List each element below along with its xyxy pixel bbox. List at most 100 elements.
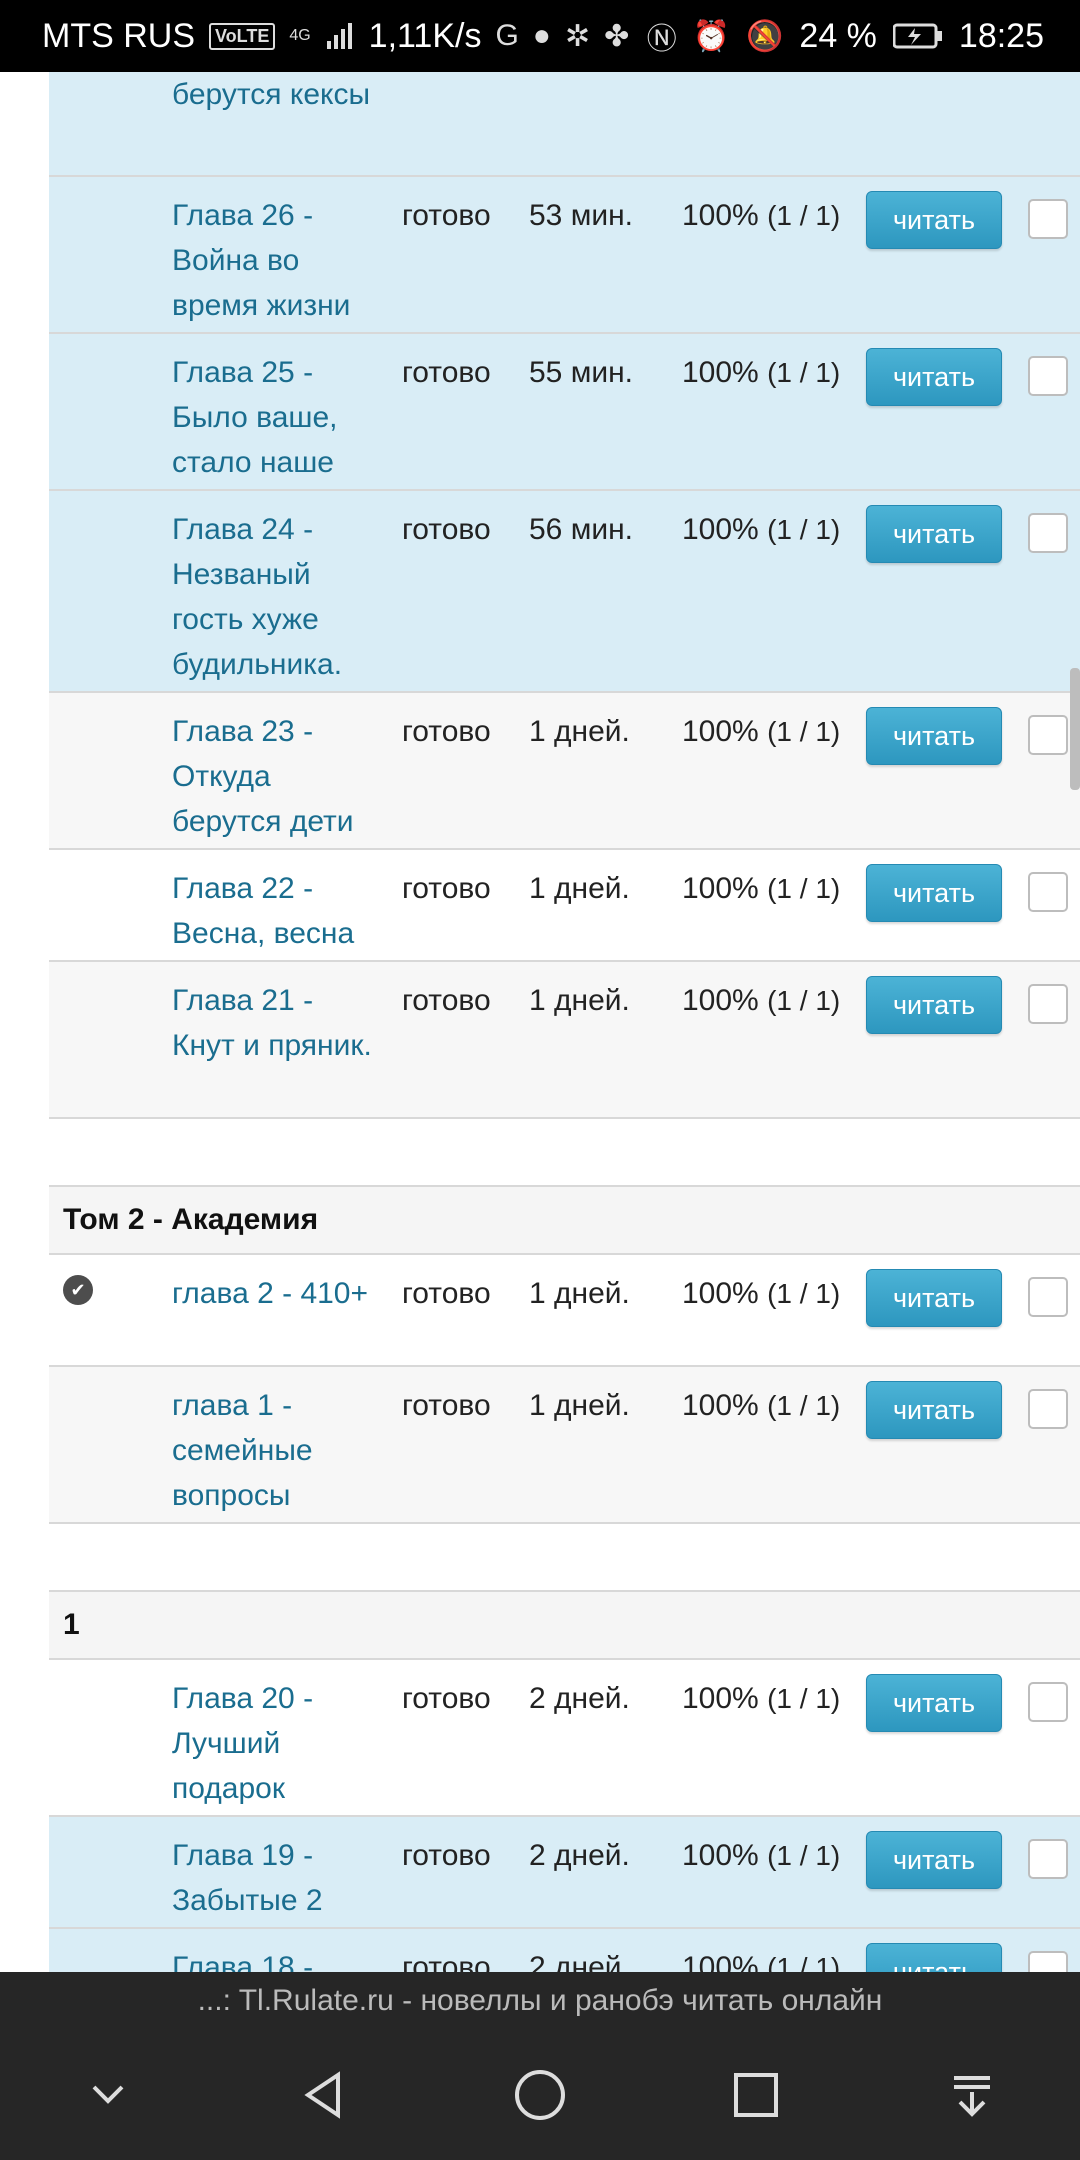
table-row: берутся кексы	[49, 72, 1080, 177]
chapter-title-link[interactable]: Глава 25 - Было ваше, стало наше	[172, 350, 382, 485]
network-type: 4G	[289, 27, 311, 44]
read-button[interactable]: читать	[866, 864, 1002, 922]
chapter-time: 2 дней.	[529, 1951, 630, 1972]
chapter-checkbox[interactable]	[1028, 199, 1068, 239]
chapter-title-link[interactable]: глава 2 - 410+	[172, 1271, 382, 1316]
chapter-status: готово	[402, 872, 491, 905]
chapter-time: 1 дней.	[529, 715, 630, 748]
network-speed: 1,11K/s	[368, 16, 482, 55]
chapter-time: 56 мин.	[529, 513, 633, 546]
alarm-icon: ⏰	[692, 19, 731, 53]
read-button[interactable]: читать	[866, 976, 1002, 1034]
carrier-label: MTS RUS	[42, 16, 195, 55]
chapter-progress: 100% (1 / 1)	[682, 513, 841, 546]
chevron-down-icon[interactable]	[68, 2055, 148, 2135]
chapter-progress: 100% (1 / 1)	[682, 984, 841, 1017]
signal-icon	[326, 23, 352, 49]
chapter-checkbox[interactable]	[1028, 1951, 1068, 1972]
chapter-status: готово	[402, 1277, 491, 1310]
read-button[interactable]: читать	[866, 707, 1002, 765]
chapter-time: 2 дней.	[529, 1839, 630, 1872]
chapter-title-link[interactable]: Глава 23 - Откуда берутся дети	[172, 709, 382, 844]
volte-badge: VoLTE	[209, 22, 276, 50]
browser-page-caption: ...: Tl.Rulate.ru - новеллы и ранобэ чит…	[0, 1972, 1080, 2030]
chapter-title-link[interactable]: Глава 20 - Лучший подарок	[172, 1676, 382, 1811]
table-row: глава 1 - семейные вопросы готово 1 дней…	[49, 1367, 1080, 1524]
chapter-checkbox[interactable]	[1028, 984, 1068, 1024]
google-icon: G	[495, 19, 519, 52]
table-row: Глава 20 - Лучший подарок готово 2 дней.…	[49, 1660, 1080, 1817]
chapter-title-link[interactable]: Глава 24 - Незваный гость хуже будильник…	[172, 507, 382, 687]
chapter-progress: 100% (1 / 1)	[682, 1839, 841, 1872]
chapter-progress: 100% (1 / 1)	[682, 1277, 841, 1310]
chapter-time: 1 дней.	[529, 984, 630, 1017]
chapter-checkbox[interactable]	[1028, 356, 1068, 396]
chapter-title-link[interactable]: берутся кексы	[172, 72, 382, 117]
volume-header: 1	[49, 1590, 1080, 1660]
volume-spacer	[49, 1524, 1080, 1590]
volume-header: Том 2 - Академия	[49, 1185, 1080, 1255]
chapter-status: готово	[402, 715, 491, 748]
read-button[interactable]: читать	[866, 1831, 1002, 1889]
chapter-title-link[interactable]: глава 1 - семейные вопросы	[172, 1383, 382, 1518]
chapter-time: 55 мин.	[529, 356, 633, 389]
table-row: Глава 26 - Война во время жизни готово 5…	[49, 177, 1080, 334]
battery-percent: 24 %	[799, 16, 877, 55]
chapter-status: готово	[402, 513, 491, 546]
read-button[interactable]: читать	[866, 1381, 1002, 1439]
volume-spacer	[49, 1119, 1080, 1185]
read-button[interactable]: читать	[866, 348, 1002, 406]
chapter-status: готово	[402, 1839, 491, 1872]
nfc-icon: Ⓝ	[646, 23, 677, 56]
chapter-status: готово	[402, 1682, 491, 1715]
chapter-title-link[interactable]: Глава 22 - Весна, весна	[172, 866, 382, 956]
chapter-status: готово	[402, 1389, 491, 1422]
page-scrollbar[interactable]	[1070, 668, 1080, 790]
read-button[interactable]: читать	[866, 1674, 1002, 1732]
chapter-time: 1 дней.	[529, 1277, 630, 1310]
chapter-checkbox[interactable]	[1028, 715, 1068, 755]
table-row: Глава 18 - готово 2 дней. 100% (1 / 1) ч…	[49, 1929, 1080, 1972]
read-button[interactable]: читать	[866, 505, 1002, 563]
back-icon[interactable]	[284, 2055, 364, 2135]
chapter-progress: 100% (1 / 1)	[682, 872, 841, 905]
table-row: Глава 24 - Незваный гость хуже будильник…	[49, 491, 1080, 693]
home-icon[interactable]	[500, 2055, 580, 2135]
table-row: Глава 21 - Кнут и пряник. готово 1 дней.…	[49, 962, 1080, 1119]
chapter-checkbox[interactable]	[1028, 1682, 1068, 1722]
read-button[interactable]: читать	[866, 1943, 1002, 1972]
chapter-progress: 100% (1 / 1)	[682, 1389, 841, 1422]
read-button[interactable]: читать	[866, 1269, 1002, 1327]
chapter-status: готово	[402, 199, 491, 232]
chapter-progress: 100% (1 / 1)	[682, 715, 841, 748]
chapter-time: 1 дней.	[529, 1389, 630, 1422]
status-bar: MTS RUS VoLTE 4G 1,11K/s G ● ✲ ✤ Ⓝ ⏰ 🔕 2…	[0, 0, 1080, 72]
chapter-status: готово	[402, 984, 491, 1017]
table-row: Глава 22 - Весна, весна готово 1 дней. 1…	[49, 850, 1080, 962]
mute-icon: 🔕	[746, 19, 784, 53]
chapter-title-link[interactable]: Глава 18 -	[172, 1945, 382, 1972]
chapter-checkbox[interactable]	[1028, 513, 1068, 553]
table-row: Глава 23 - Откуда берутся дети готово 1 …	[49, 693, 1080, 850]
notification-pull-icon[interactable]	[932, 2055, 1012, 2135]
chapter-title-link[interactable]: Глава 21 - Кнут и пряник.	[172, 978, 382, 1068]
recents-icon[interactable]	[716, 2055, 796, 2135]
chapter-title-link[interactable]: Глава 26 - Война во время жизни	[172, 193, 382, 328]
chapter-time: 53 мин.	[529, 199, 633, 232]
chapter-list-page: берутся кексы Глава 26 - Война во время …	[0, 72, 1080, 1972]
chapter-checkbox[interactable]	[1028, 1839, 1068, 1879]
chapter-status: готово	[402, 1951, 491, 1972]
chapter-checkbox[interactable]	[1028, 872, 1068, 912]
chapter-progress: 100% (1 / 1)	[682, 199, 841, 232]
table-row: Глава 25 - Было ваше, стало наше готово …	[49, 334, 1080, 491]
table-row: Глава 19 - Забытые 2 готово 2 дней. 100%…	[49, 1817, 1080, 1929]
chapter-progress: 100% (1 / 1)	[682, 1951, 841, 1972]
chapter-status: готово	[402, 356, 491, 389]
chapter-title-link[interactable]: Глава 19 - Забытые 2	[172, 1833, 382, 1923]
chapter-checkbox[interactable]	[1028, 1277, 1068, 1317]
chat-icon: ●	[532, 19, 551, 52]
game-icon: ✤	[604, 19, 630, 53]
chapter-progress: 100% (1 / 1)	[682, 1682, 841, 1715]
chapter-checkbox[interactable]	[1028, 1389, 1068, 1429]
read-button[interactable]: читать	[866, 191, 1002, 249]
